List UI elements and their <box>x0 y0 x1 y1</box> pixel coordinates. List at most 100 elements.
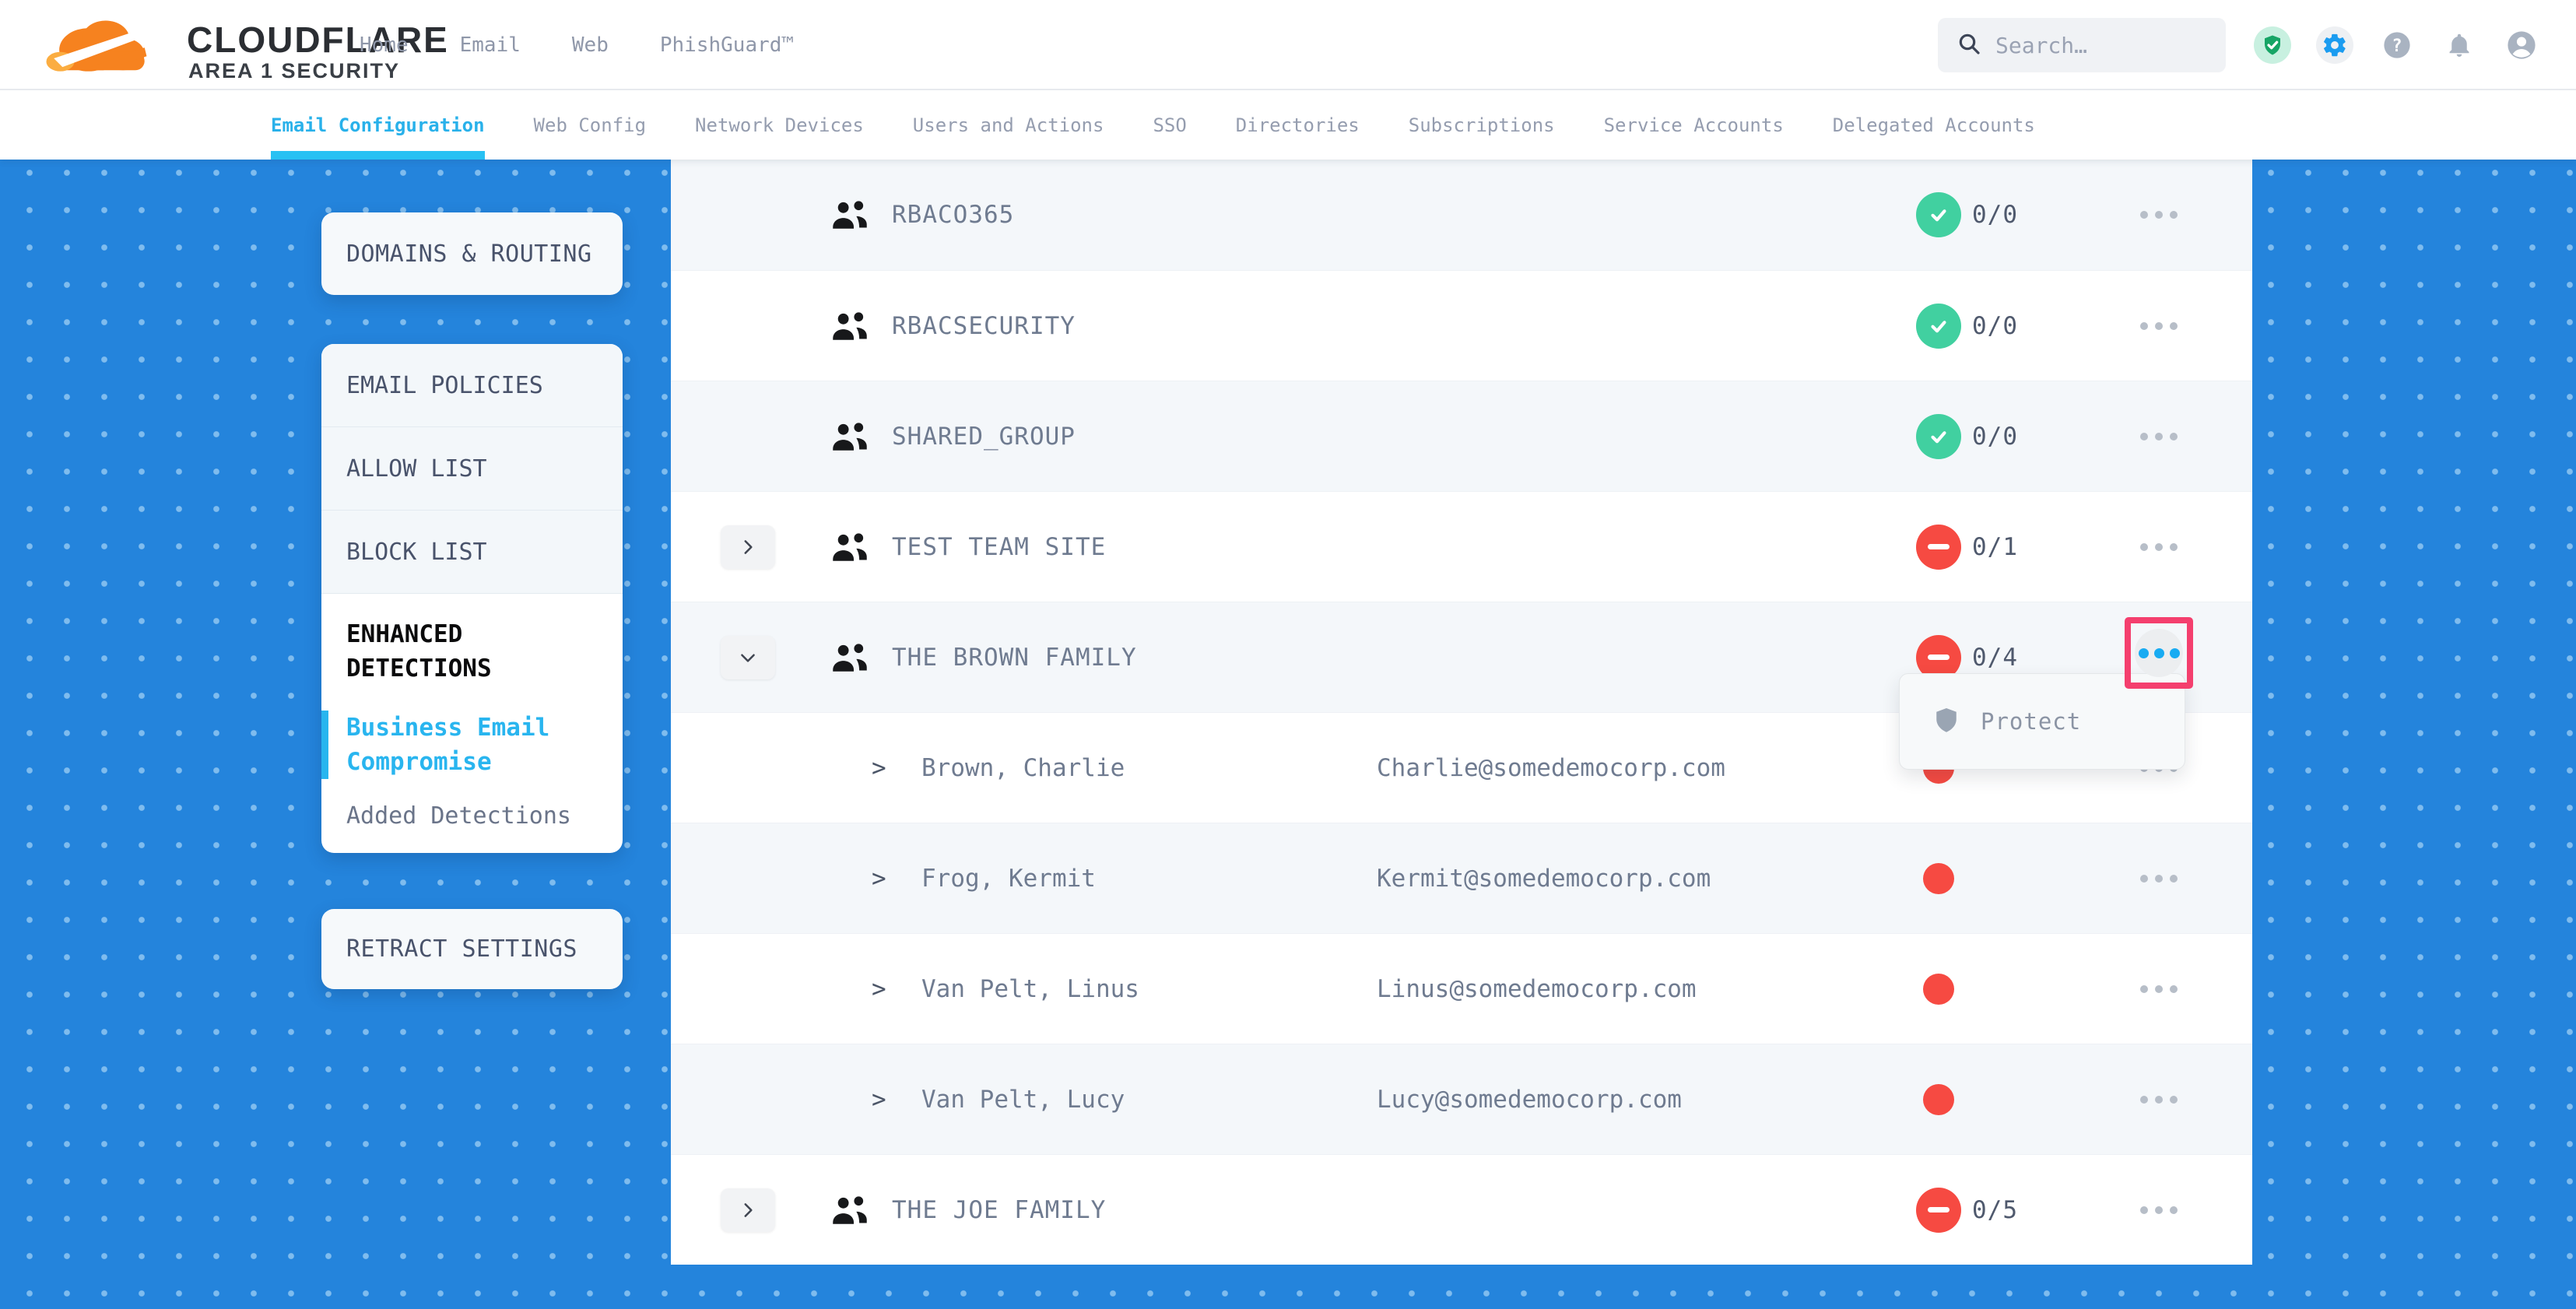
sidebar-card-email-policies: EMAIL POLICIES ALLOW LIST BLOCK LIST ENH… <box>321 344 623 853</box>
group-name: TEST TEAM SITE <box>892 533 1106 561</box>
tab-users-and-actions[interactable]: Users and Actions <box>913 90 1104 160</box>
status-check-badge <box>1916 192 1961 237</box>
ellipsis-menu-button[interactable] <box>2123 1187 2195 1234</box>
header-icons: ? <box>2254 26 2540 64</box>
tab-service-accounts[interactable]: Service Accounts <box>1604 90 1784 160</box>
user-name: Van Pelt, Linus <box>921 975 1139 1003</box>
context-menu-item-label: Protect <box>1981 708 2081 735</box>
ellipsis-menu-button[interactable] <box>2123 524 2195 570</box>
sidebar-item-email-policies[interactable]: EMAIL POLICIES <box>321 344 623 427</box>
group-name: RBACO365 <box>892 201 1014 229</box>
group-row: RBACO365 0/0 <box>671 160 2252 270</box>
config-tab-bar: Email Configuration Web Config Network Dev… <box>0 90 2576 160</box>
expand-chevron-right-button[interactable] <box>721 525 775 569</box>
sidebar-item-business-email-compromise[interactable]: Business Email Compromise <box>321 711 601 779</box>
protected-count: 0/0 <box>1972 201 2018 229</box>
protected-count: 0/4 <box>1972 644 2018 672</box>
cloudflare-logo-icon <box>37 11 170 81</box>
search-icon <box>1957 31 1981 59</box>
retract-settings-label: RETRACT SETTINGS <box>346 935 577 963</box>
group-row: RBACSECURITY 0/0 <box>671 270 2252 381</box>
protected-count: 0/1 <box>1972 533 2018 561</box>
sidebar-item-allow-list[interactable]: ALLOW LIST <box>321 427 623 511</box>
search-input[interactable] <box>1995 33 2206 58</box>
group-people-icon <box>826 638 873 677</box>
nav-link-web[interactable]: Web <box>572 33 609 57</box>
protected-count: 0/0 <box>1972 423 2018 451</box>
user-email: Linus@somedemocorp.com <box>1377 975 1697 1003</box>
sidebar-item-block-list[interactable]: BLOCK LIST <box>321 511 623 594</box>
user-disclosure-arrow[interactable]: > <box>872 754 886 782</box>
user-disclosure-arrow[interactable]: > <box>872 865 886 893</box>
top-header: CLOUDFLARE AREA 1 SECURITY HomeEmailWebP… <box>0 0 2576 90</box>
group-people-icon <box>826 195 873 234</box>
settings-gear-icon[interactable] <box>2316 26 2353 64</box>
group-name: THE BROWN FAMILY <box>892 644 1137 672</box>
tab-directories[interactable]: Directories <box>1236 90 1360 160</box>
tab-delegated-accounts[interactable]: Delegated Accounts <box>1833 90 2035 160</box>
user-email: Charlie@somedemocorp.com <box>1377 754 1725 782</box>
protected-count: 0/5 <box>1972 1196 2018 1224</box>
shield-check-icon[interactable] <box>2254 26 2291 64</box>
search-box[interactable] <box>1938 18 2226 72</box>
tab-network-devices[interactable]: Network Devices <box>695 90 864 160</box>
group-row: THE JOE FAMILY 0/5 <box>671 1154 2252 1265</box>
enhanced-detections-section: ENHANCED DETECTIONS Business Email Compr… <box>321 594 623 830</box>
shield-icon <box>1932 704 1960 739</box>
group-name: RBACSECURITY <box>892 312 1076 340</box>
sidebar-card-retract-settings[interactable]: RETRACT SETTINGS <box>321 909 623 989</box>
user-name: Frog, Kermit <box>921 865 1096 893</box>
user-row: > Van Pelt, Lucy Lucy@somedemocorp.com <box>671 1044 2252 1154</box>
directory-table-panel: RBACO365 0/0 RBACSECURITY 0/0 SHARED_GROUP 0/… <box>671 160 2252 1265</box>
notifications-bell-icon[interactable] <box>2441 26 2478 64</box>
user-disclosure-arrow[interactable]: > <box>872 1086 886 1114</box>
nav-link-home[interactable]: Home <box>360 33 409 57</box>
user-email: Kermit@somedemocorp.com <box>1377 865 1711 893</box>
nav-link-email[interactable]: Email <box>460 33 521 57</box>
expand-chevron-right-button[interactable] <box>721 1188 775 1232</box>
group-people-icon <box>826 307 873 346</box>
ellipsis-menu-button[interactable] <box>2135 629 2183 677</box>
user-name: Van Pelt, Lucy <box>921 1086 1125 1114</box>
tab-subscriptions[interactable]: Subscriptions <box>1409 90 1555 160</box>
protected-count: 0/0 <box>1972 312 2018 340</box>
top-nav: Home Email Web PhishGuard™ <box>360 0 794 90</box>
ellipsis-menu-button[interactable] <box>2123 413 2195 460</box>
ellipsis-menu-button[interactable] <box>2123 303 2195 349</box>
user-row: > Van Pelt, Linus Linus@somedemocorp.com <box>671 933 2252 1044</box>
help-icon[interactable]: ? <box>2378 26 2416 64</box>
sidebar-item-enhanced-detections[interactable]: ENHANCED DETECTIONS <box>346 617 601 686</box>
group-row: TEST TEAM SITE 0/1 <box>671 491 2252 602</box>
tab-sso[interactable]: SSO <box>1153 90 1186 160</box>
group-people-icon <box>826 1191 873 1230</box>
tab-email-configuration[interactable]: Email Configuration <box>271 90 485 160</box>
status-check-badge <box>1916 414 1961 459</box>
ellipsis-menu-button[interactable] <box>2123 191 2195 238</box>
sidebar-card-domains-routing[interactable]: DOMAINS & ROUTING <box>321 212 623 295</box>
ellipsis-menu-button[interactable] <box>2123 855 2195 902</box>
ellipsis-menu-button[interactable] <box>2123 966 2195 1012</box>
domains-routing-label: DOMAINS & ROUTING <box>346 240 592 268</box>
nav-link-phishguard[interactable]: PhishGuard™ <box>660 33 794 57</box>
group-name: SHARED_GROUP <box>892 423 1076 451</box>
tab-bar-items: Email Configuration Web Config Network Dev… <box>271 90 2035 160</box>
status-minus-badge <box>1916 1188 1961 1233</box>
user-disclosure-arrow[interactable]: > <box>872 975 886 1003</box>
sidebar-item-added-detections[interactable]: Added Detections <box>346 802 601 830</box>
tab-web-config[interactable]: Web Config <box>534 90 647 160</box>
user-email: Lucy@somedemocorp.com <box>1377 1086 1682 1114</box>
status-check-badge <box>1916 304 1961 349</box>
svg-text:?: ? <box>2392 37 2402 56</box>
user-row: > Frog, Kermit Kermit@somedemocorp.com <box>671 823 2252 933</box>
ellipsis-menu-button[interactable] <box>2123 1076 2195 1123</box>
user-avatar-icon[interactable] <box>2503 26 2540 64</box>
group-name: THE JOE FAMILY <box>892 1196 1106 1224</box>
group-row: SHARED_GROUP 0/0 <box>671 381 2252 491</box>
group-people-icon <box>826 417 873 456</box>
status-red-dot <box>1923 863 1954 894</box>
collapse-chevron-down-button[interactable] <box>721 636 775 679</box>
highlight-box <box>2125 617 2193 689</box>
status-red-dot <box>1923 974 1954 1005</box>
group-people-icon <box>826 528 873 567</box>
user-name: Brown, Charlie <box>921 754 1125 782</box>
